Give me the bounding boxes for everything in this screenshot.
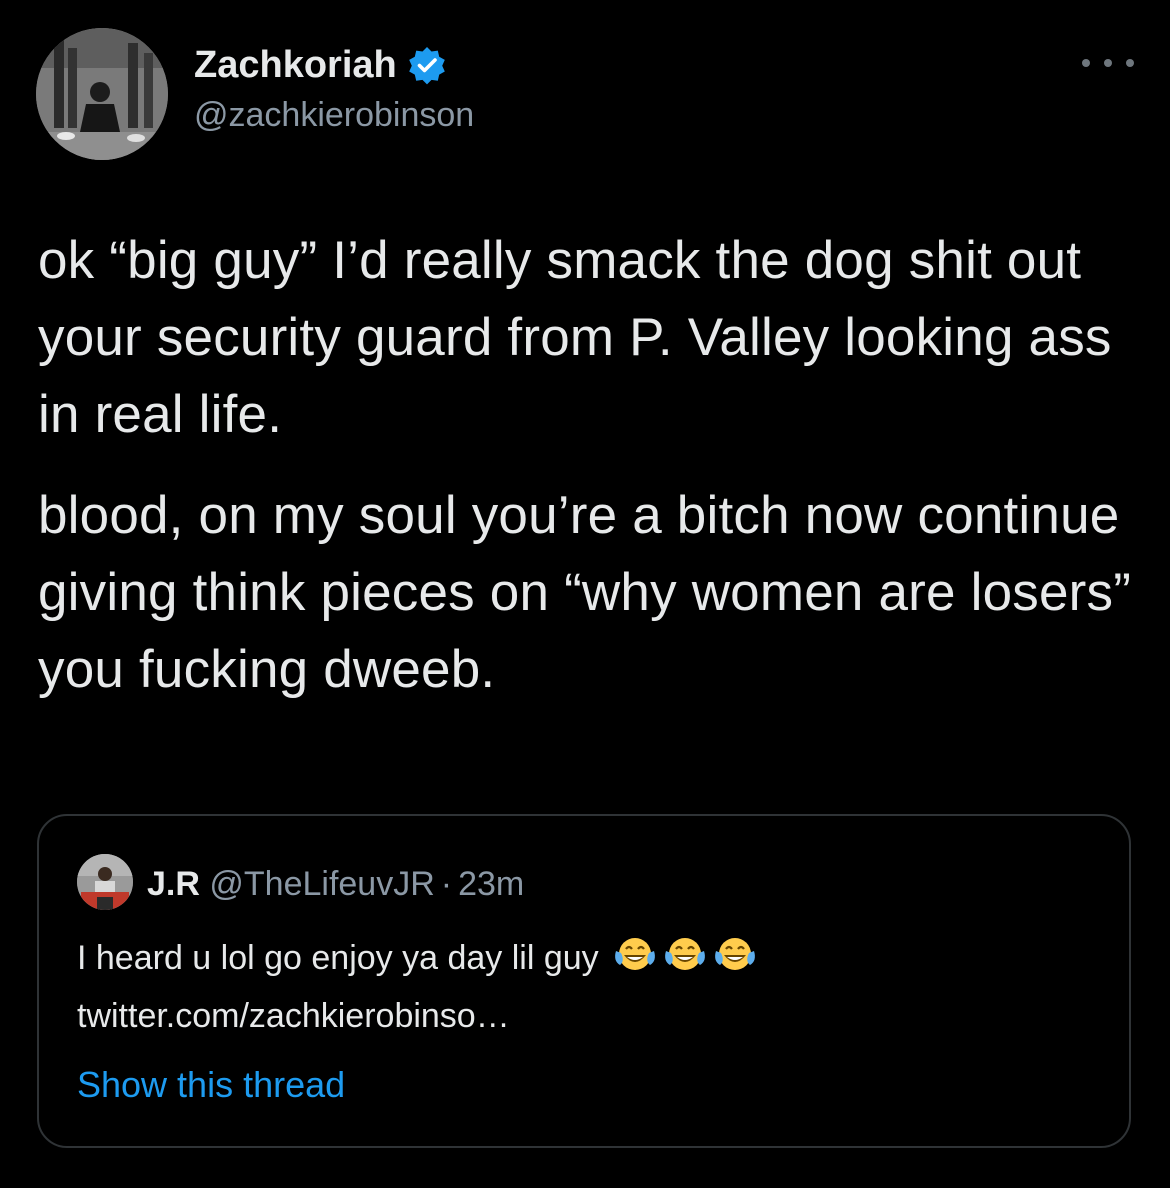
author-name[interactable]: Zachkoriah — [194, 40, 447, 90]
tweet-paragraph: ok “big guy” I’d really smack the dog sh… — [38, 231, 1112, 444]
face-with-tears-of-joy-icon — [662, 933, 708, 990]
profile-photo-icon — [77, 854, 133, 910]
quoted-time[interactable]: 23m — [458, 865, 524, 903]
author-avatar[interactable] — [36, 28, 168, 160]
show-thread-link[interactable]: Show this thread — [77, 1060, 345, 1110]
tweet-paragraph: blood, on my soul you’re a bitch now con… — [38, 486, 1132, 699]
author-handle[interactable]: @zachkierobinson — [194, 96, 474, 135]
quoted-handle[interactable]: @TheLifeuvJR — [209, 865, 434, 903]
quoted-tweet[interactable]: J.R @TheLifeuvJR · 23m I heard u lol go en… — [37, 814, 1131, 1148]
face-with-tears-of-joy-icon — [712, 933, 758, 990]
more-horizontal-icon[interactable] — [1082, 48, 1134, 78]
quoted-avatar[interactable] — [77, 854, 133, 910]
profile-photo-icon — [36, 28, 168, 160]
more-dot — [1082, 59, 1090, 67]
tweet-text: ok “big guy” I’d really smack the dog sh… — [38, 222, 1138, 708]
more-dot — [1104, 59, 1112, 67]
quoted-name[interactable]: J.R — [147, 865, 200, 903]
tweet-card: Zachkoriah @zachkierobinson ok “big guy”… — [0, 0, 1170, 1188]
quoted-separator: · — [440, 865, 453, 903]
more-dot — [1126, 59, 1134, 67]
author-name-text: Zachkoriah — [194, 43, 397, 86]
quoted-text-body: I heard u lol go enjoy ya day lil guy — [77, 939, 599, 977]
quoted-link[interactable]: twitter.com/zachkierobinso… — [77, 997, 510, 1035]
quoted-text: I heard u lol go enjoy ya day lil guy tw… — [77, 932, 1077, 1042]
verified-badge-icon — [407, 45, 447, 85]
quoted-header: J.R @TheLifeuvJR · 23m — [147, 862, 524, 906]
face-with-tears-of-joy-icon — [612, 933, 658, 990]
